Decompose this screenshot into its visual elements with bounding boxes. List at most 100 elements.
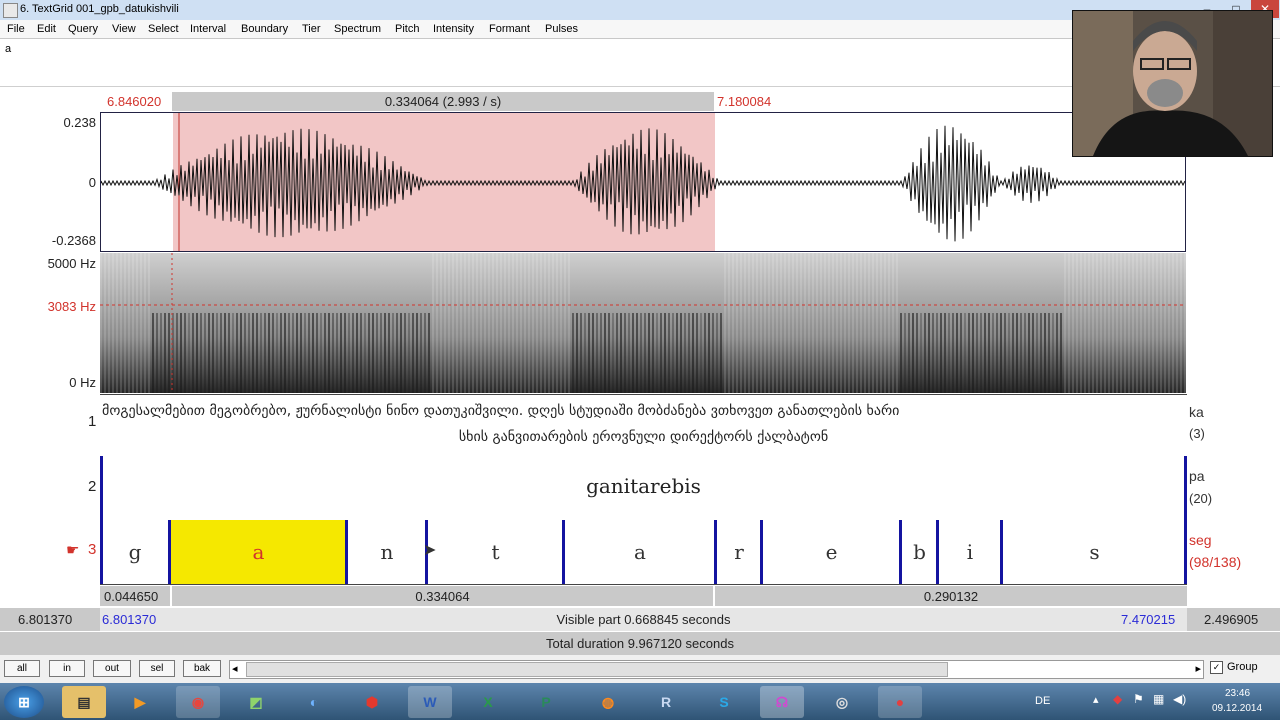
- media-player-icon[interactable]: ▶: [118, 686, 162, 718]
- spectrogram-striation: [1156, 253, 1158, 393]
- spectrogram-striation: [916, 313, 918, 393]
- segment-boundary[interactable]: [760, 520, 763, 584]
- duration-middle-label: 0.334064: [415, 589, 470, 604]
- spectrogram-striation: [640, 313, 642, 393]
- segment-boundary[interactable]: [936, 520, 939, 584]
- menu-select[interactable]: Select: [148, 23, 179, 35]
- menu-tier[interactable]: Tier: [302, 23, 321, 35]
- segment-boundary[interactable]: [1000, 520, 1003, 584]
- clock-time[interactable]: 23:46: [1225, 688, 1250, 699]
- spectrogram-striation: [880, 253, 882, 393]
- segment-interval[interactable]: a: [564, 520, 716, 584]
- segment-boundary[interactable]: [168, 520, 171, 584]
- skype-icon[interactable]: S: [702, 686, 746, 718]
- spectrogram-striation: [956, 313, 958, 393]
- time-scrollbar[interactable]: ◂ ▸: [229, 660, 1204, 679]
- spectrogram-striation: [660, 313, 662, 393]
- menu-file[interactable]: File: [7, 23, 25, 35]
- clock-date[interactable]: 09.12.2014: [1212, 703, 1262, 714]
- word-icon[interactable]: W: [408, 686, 452, 718]
- spectrogram-striation: [460, 253, 462, 393]
- tray-arrow-icon[interactable]: ▴: [1093, 693, 1099, 706]
- waveform-ymin-label: -0.2368: [51, 233, 96, 248]
- security-tray-icon[interactable]: ◆: [1113, 692, 1122, 706]
- spectrogram-striation: [936, 313, 938, 393]
- segment-boundary[interactable]: [100, 520, 103, 584]
- spectrogram-striation: [420, 313, 422, 393]
- menu-edit[interactable]: Edit: [37, 23, 56, 35]
- explorer-icon[interactable]: ▤: [62, 686, 106, 718]
- spectrogram-striation: [840, 253, 842, 393]
- excel-icon[interactable]: X: [466, 686, 510, 718]
- flag-tray-icon[interactable]: ⚑: [1133, 692, 1144, 706]
- network-tray-icon[interactable]: ▦: [1153, 692, 1164, 706]
- tier-3[interactable]: g a n t a r e b i s ➤: [100, 520, 1187, 585]
- spectrogram-panel[interactable]: [100, 253, 1186, 393]
- r-icon[interactable]: R: [644, 686, 688, 718]
- zoom-in-button[interactable]: in: [49, 660, 85, 677]
- webcam-overlay: [1072, 10, 1273, 157]
- menu-boundary[interactable]: Boundary: [241, 23, 288, 35]
- firefox-icon[interactable]: ◍: [586, 686, 630, 718]
- segment-boundary[interactable]: [899, 520, 902, 584]
- segment-boundary[interactable]: [562, 520, 565, 584]
- spectrogram-striation: [664, 313, 666, 393]
- menu-spectrum[interactable]: Spectrum: [334, 23, 381, 35]
- menu-pulses[interactable]: Pulses: [545, 23, 578, 35]
- chrome-icon[interactable]: ◉: [176, 686, 220, 718]
- praat-icon[interactable]: ◩: [234, 686, 278, 718]
- spectrogram-striation: [720, 313, 722, 393]
- tier-1-count: (3): [1189, 426, 1205, 441]
- menu-intensity[interactable]: Intensity: [433, 23, 474, 35]
- spectrogram-striation: [812, 253, 814, 393]
- menu-query[interactable]: Query: [68, 23, 98, 35]
- tier-3-selected-marker: ☛: [66, 542, 80, 559]
- waveform-panel[interactable]: [100, 112, 1186, 252]
- segment-boundary[interactable]: [345, 520, 348, 584]
- segment-interval[interactable]: s: [1002, 520, 1187, 584]
- praat-window-icon[interactable]: ☊: [760, 686, 804, 718]
- segment-interval[interactable]: n: [347, 520, 427, 584]
- zoom-all-button[interactable]: all: [4, 660, 40, 677]
- group-checkbox[interactable]: ✓: [1210, 661, 1223, 674]
- tier-1-number: 1: [88, 413, 97, 430]
- segment-interval-selected[interactable]: a: [170, 520, 347, 584]
- spectrogram-striation: [1068, 253, 1070, 393]
- spectrogram-striation: [148, 253, 150, 393]
- spectrogram-striation: [544, 253, 546, 393]
- tier-2[interactable]: ganitarebis: [100, 456, 1187, 521]
- spectrogram-striation: [1088, 253, 1090, 393]
- menu-formant[interactable]: Formant: [489, 23, 530, 35]
- menu-pitch[interactable]: Pitch: [395, 23, 419, 35]
- scroll-right-arrow-icon[interactable]: ▸: [1195, 662, 1201, 675]
- menu-view[interactable]: View: [112, 23, 136, 35]
- recorder-icon[interactable]: ●: [878, 686, 922, 718]
- menu-interval[interactable]: Interval: [190, 23, 226, 35]
- selection-duration-bar[interactable]: 0.334064 (2.993 / s): [172, 92, 714, 111]
- segment-interval[interactable]: r: [716, 520, 762, 584]
- zoom-out-button[interactable]: out: [93, 660, 131, 677]
- volume-tray-icon[interactable]: ◀): [1173, 692, 1186, 706]
- segment-boundary[interactable]: [714, 520, 717, 584]
- segment-interval[interactable]: g: [100, 520, 170, 584]
- tier-1[interactable]: მოგესალმებით მეგობრებო, ჟურნალისტი ნინო …: [100, 394, 1187, 458]
- zoom-back-button[interactable]: bak: [183, 660, 221, 677]
- spectrogram-striation: [816, 253, 818, 393]
- zoom-selection-button[interactable]: sel: [139, 660, 175, 677]
- start-button[interactable]: ⊞: [4, 686, 44, 718]
- segment-interval[interactable]: t: [427, 520, 564, 584]
- segment-boundary[interactable]: [1184, 520, 1187, 584]
- segment-interval[interactable]: i: [938, 520, 1002, 584]
- spectrogram-striation: [328, 313, 330, 393]
- spectrogram-striation: [964, 313, 966, 393]
- acrobat-icon[interactable]: ⬢: [350, 686, 394, 718]
- segment-interval[interactable]: b: [901, 520, 938, 584]
- language-indicator[interactable]: DE: [1035, 695, 1050, 707]
- lync-icon[interactable]: ◐: [292, 686, 336, 718]
- publisher-icon[interactable]: P: [524, 686, 568, 718]
- scroll-left-arrow-icon[interactable]: ◂: [232, 662, 238, 675]
- scrollbar-thumb[interactable]: [246, 662, 948, 677]
- sound-app-icon[interactable]: ◎: [820, 686, 864, 718]
- segment-interval[interactable]: e: [762, 520, 901, 584]
- spectrogram-striation: [1008, 313, 1010, 393]
